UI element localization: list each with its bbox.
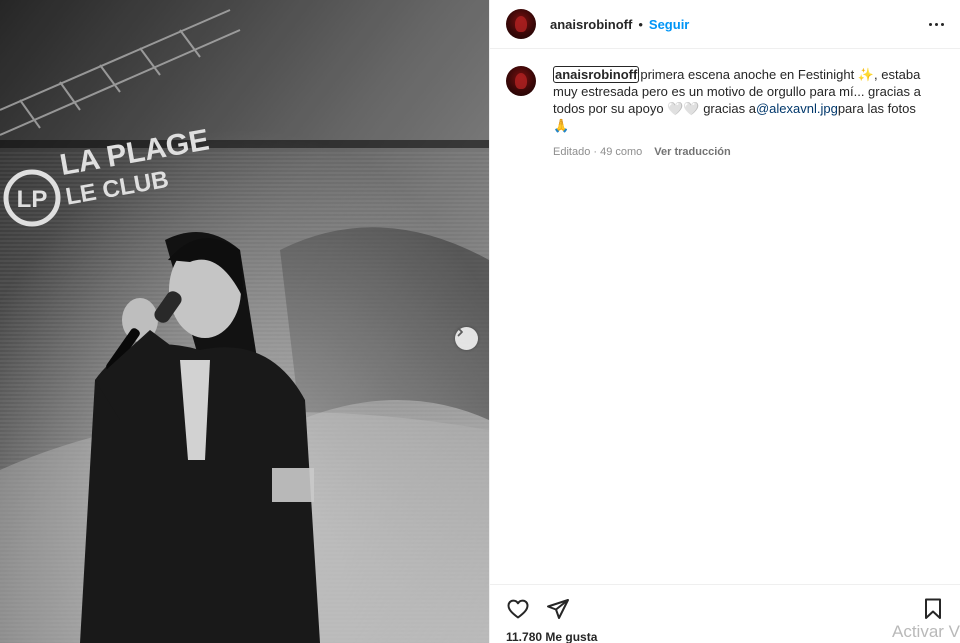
caption-row: anaisrobinoff primera escena anoche en Fe…: [490, 49, 960, 161]
post-photo[interactable]: LP LA PLAGE LE CLUB: [0, 0, 489, 643]
caption-mention-link[interactable]: @alexavnl.jpg: [756, 101, 838, 116]
caption-meta: Editado · 49 como Ver traducción: [553, 144, 933, 161]
post-header: anaisrobinoff • Seguir: [490, 0, 960, 49]
caption-text: anaisrobinoff primera escena anoche en Fe…: [553, 66, 933, 161]
windows-activation-watermark: Activar V: [892, 622, 960, 641]
caption-username[interactable]: anaisrobinoff: [553, 66, 640, 83]
action-row: [506, 597, 945, 621]
edited-label: Editado · 49 como: [553, 146, 643, 158]
caption-hearts: 🤍🤍: [667, 101, 700, 116]
see-translation-link[interactable]: Ver traducción: [654, 144, 730, 161]
caption-text-part2: gracias a: [699, 101, 756, 116]
post-actions: 11.780 Me gusta: [490, 584, 960, 643]
caption-avatar[interactable]: [506, 66, 536, 96]
header-username[interactable]: anaisrobinoff: [550, 17, 632, 32]
photo-image: LP LA PLAGE LE CLUB: [0, 0, 489, 643]
more-options-button[interactable]: [929, 17, 944, 32]
save-button[interactable]: [921, 597, 945, 621]
post-details-panel: anaisrobinoff • Seguir anaisrobinoff prim…: [489, 0, 960, 643]
send-icon: [547, 599, 569, 619]
header-separator: •: [638, 16, 643, 32]
more-horizontal-icon: [929, 22, 932, 26]
likes-count[interactable]: 11.780 Me gusta: [506, 630, 945, 643]
avatar[interactable]: [506, 9, 536, 39]
heart-icon: [507, 599, 529, 619]
carousel-next-button[interactable]: [455, 327, 478, 350]
bookmark-icon: [925, 598, 941, 619]
like-button[interactable]: [506, 597, 530, 621]
follow-button[interactable]: Seguir: [649, 17, 689, 32]
chevron-right-icon: [457, 327, 463, 337]
share-button[interactable]: [546, 597, 570, 621]
